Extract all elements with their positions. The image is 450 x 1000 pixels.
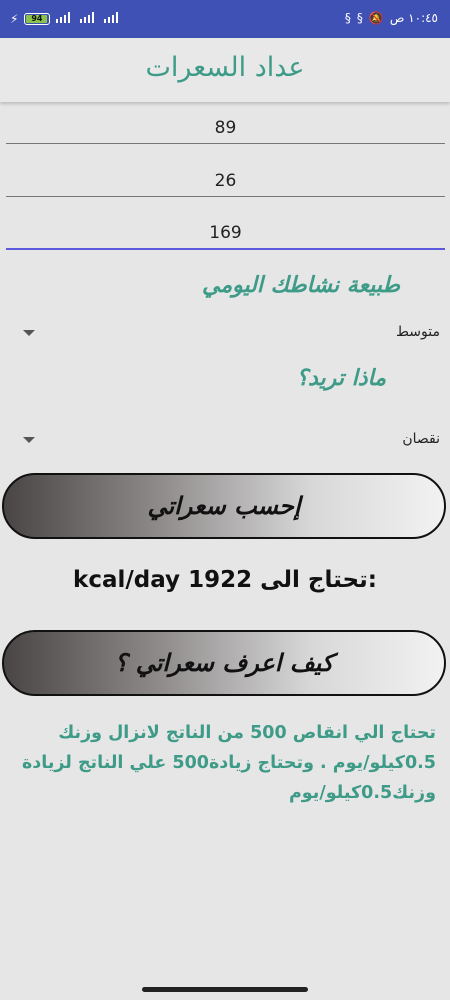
battery-icon: 94 [24, 12, 51, 25]
status-right: § § 🔕 ١٠:٤٥ ص [345, 11, 438, 25]
status-time: ١٠:٤٥ ص [389, 11, 438, 25]
signal-icon [56, 11, 74, 26]
age-input[interactable]: 26 [6, 166, 445, 197]
charging-icon: ⚡ [10, 11, 19, 26]
gesture-bar [142, 987, 308, 992]
mute-icon: 🔕 [368, 11, 384, 25]
result-unit: kcal/day [73, 567, 181, 593]
status-left: ⚡ 94 [10, 11, 122, 26]
height-input[interactable]: 169 [6, 218, 445, 250]
sync-icon-2: § [356, 11, 363, 25]
sync-icon: § [344, 11, 351, 25]
result-value: 1922 [188, 567, 253, 593]
how-button[interactable]: كيف اعرف سعراتي ؟ [2, 630, 446, 696]
activity-spinner[interactable]: متوسط [20, 322, 440, 346]
info-text: تحتاج الي انقاص 500 من الناتج لانزال وزن… [21, 723, 436, 803]
goal-heading: ماذا تريد؟ [296, 365, 386, 391]
result-label: تحتاج الى: [260, 567, 377, 593]
activity-selected: متوسط [396, 324, 440, 340]
dropdown-arrow-icon [23, 437, 35, 443]
weight-input[interactable]: 89 [6, 113, 445, 144]
goal-selected: نقصان [402, 431, 440, 447]
signal-icon-3 [104, 11, 122, 26]
dropdown-arrow-icon [23, 330, 35, 336]
signal-icon-2 [80, 11, 98, 26]
app-bar: عداد السعرات [0, 38, 450, 102]
battery-level: 94 [26, 14, 48, 23]
activity-heading: طبيعة نشاطك اليومي [202, 272, 400, 298]
calculate-button[interactable]: إحسب سعراتي [2, 473, 446, 539]
status-bar: ⚡ 94 § § 🔕 ١٠:٤٥ ص [0, 0, 450, 38]
goal-spinner[interactable]: نقصان [20, 429, 440, 453]
result-line: kcal/day 1922 تحتاج الى: [0, 567, 450, 593]
app-title: عداد السعرات [145, 52, 305, 83]
